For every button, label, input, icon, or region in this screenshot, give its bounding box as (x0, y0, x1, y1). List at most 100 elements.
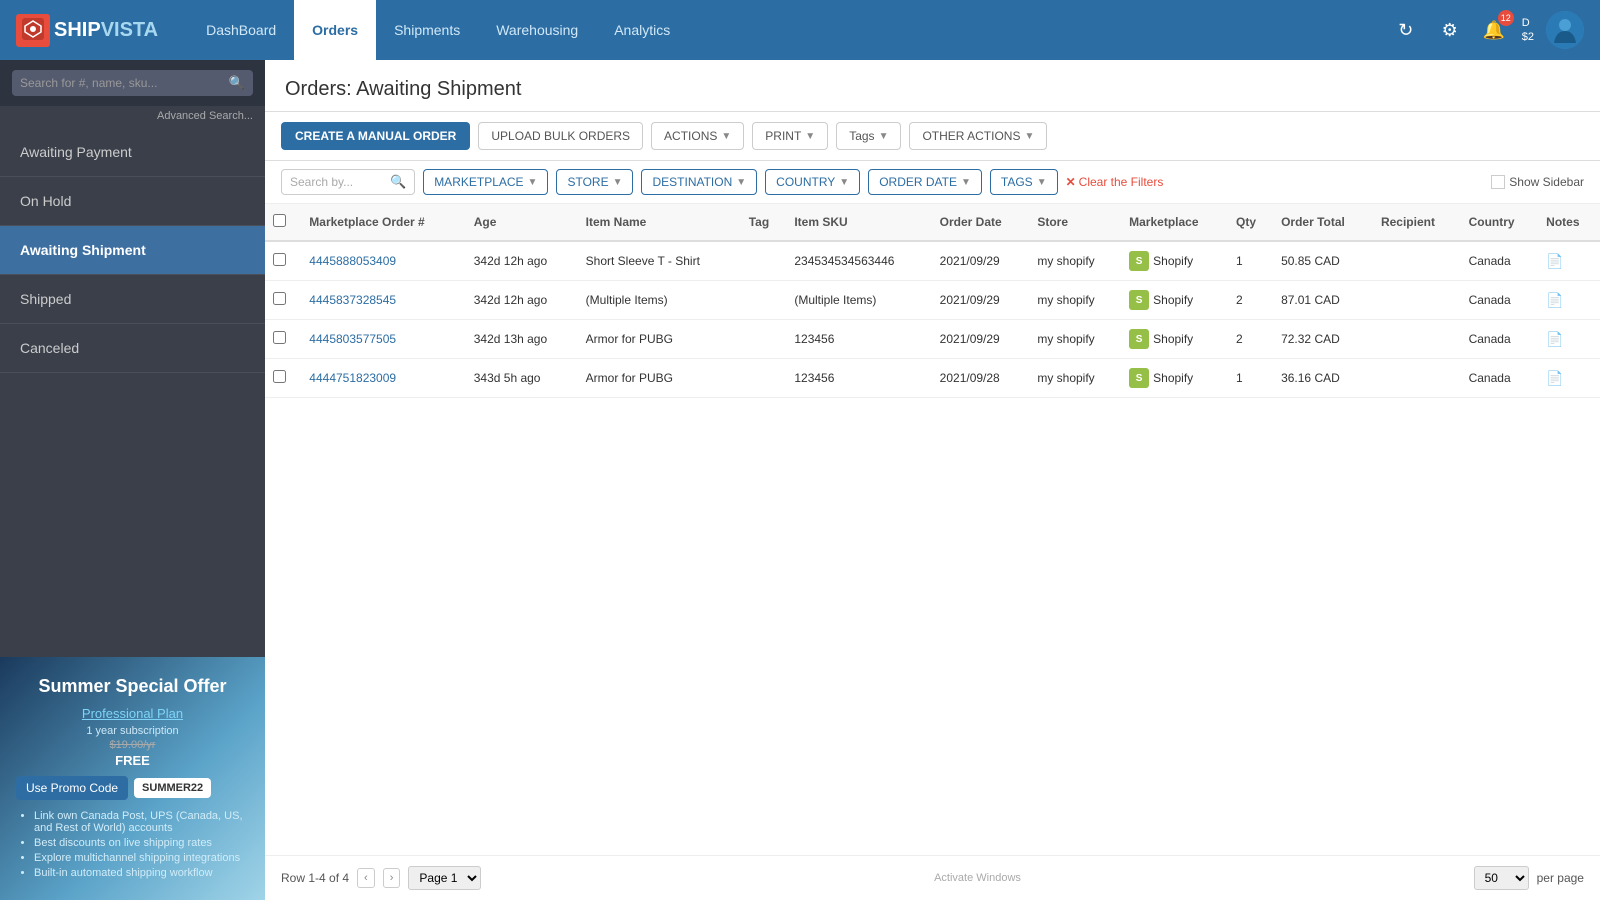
promo-card: Summer Special Offer Professional Plan 1… (0, 657, 265, 900)
row-order-total-2: 72.32 CAD (1273, 320, 1373, 359)
order-link-3[interactable]: 4444751823009 (309, 371, 396, 385)
filter-bar: 🔍 MARKETPLACE ▼ STORE ▼ DESTINATION ▼ CO… (265, 161, 1600, 204)
sidebar-item-shipped[interactable]: Shipped (0, 275, 265, 324)
promo-title: Summer Special Offer (16, 675, 249, 698)
sidebar-item-awaiting-payment[interactable]: Awaiting Payment (0, 128, 265, 177)
col-age: Age (466, 204, 578, 241)
row-order-date-2: 2021/09/29 (932, 320, 1030, 359)
row-age-3: 343d 5h ago (466, 359, 578, 398)
logo[interactable]: SHIPVISTA (16, 14, 158, 47)
search-box: 🔍 (12, 70, 253, 96)
order-link-0[interactable]: 4445888053409 (309, 254, 396, 268)
row-select-2[interactable] (273, 331, 286, 344)
row-select-0[interactable] (273, 253, 286, 266)
row-marketplace-0: S Shopify (1121, 241, 1228, 281)
per-page-select[interactable]: 50 25 100 (1474, 866, 1529, 890)
row-notes-1[interactable]: 📄 (1538, 281, 1600, 320)
upload-bulk-orders-button[interactable]: UPLOAD BULK ORDERS (478, 122, 643, 150)
row-sku-2: 123456 (786, 320, 931, 359)
sidebar-nav: Awaiting Payment On Hold Awaiting Shipme… (0, 128, 265, 657)
row-select-3[interactable] (273, 370, 286, 383)
col-store: Store (1029, 204, 1121, 241)
row-select-1[interactable] (273, 292, 286, 305)
shopify-icon-2: S (1129, 329, 1149, 349)
show-sidebar-toggle[interactable]: Show Sidebar (1491, 175, 1584, 189)
col-order-total: Order Total (1273, 204, 1373, 241)
order-date-filter-button[interactable]: ORDER DATE ▼ (868, 169, 982, 195)
row-order-id-0[interactable]: 4445888053409 (301, 241, 465, 281)
shopify-icon-0: S (1129, 251, 1149, 271)
advanced-search-link[interactable]: Advanced Search... (0, 106, 265, 128)
row-recipient-2 (1373, 320, 1461, 359)
tags-filter-dropdown-arrow: ▼ (1037, 177, 1047, 188)
row-marketplace-1: S Shopify (1121, 281, 1228, 320)
col-qty: Qty (1228, 204, 1273, 241)
promo-bullet-3: Explore multichannel shipping integratio… (34, 852, 249, 864)
row-order-id-2[interactable]: 4445803577505 (301, 320, 465, 359)
notifications-icon[interactable]: 🔔 12 (1478, 14, 1510, 46)
row-checkbox-1[interactable] (265, 281, 301, 320)
nav-orders[interactable]: Orders (294, 0, 376, 60)
row-order-id-1[interactable]: 4445837328545 (301, 281, 465, 320)
page-next-button[interactable]: › (383, 868, 401, 888)
nav-shipments[interactable]: Shipments (376, 0, 478, 60)
col-notes: Notes (1538, 204, 1600, 241)
orders-table-wrap: Marketplace Order # Age Item Name Tag It… (265, 204, 1600, 855)
page-prev-button[interactable]: ‹ (357, 868, 375, 888)
row-checkbox-3[interactable] (265, 359, 301, 398)
print-button[interactable]: PRINT ▼ (752, 122, 828, 150)
country-filter-button[interactable]: COUNTRY ▼ (765, 169, 860, 195)
nav-analytics[interactable]: Analytics (596, 0, 688, 60)
page-select[interactable]: Page 1 (408, 866, 481, 890)
logo-text: SHIPVISTA (54, 19, 158, 42)
notes-icon-0[interactable]: 📄 (1546, 253, 1563, 269)
nav-dashboard[interactable]: DashBoard (188, 0, 294, 60)
user-avatar[interactable] (1546, 11, 1584, 49)
sidebar-item-on-hold[interactable]: On Hold (0, 177, 265, 226)
row-order-total-1: 87.01 CAD (1273, 281, 1373, 320)
top-nav: SHIPVISTA DashBoard Orders Shipments War… (0, 0, 1600, 60)
refresh-icon[interactable]: ↻ (1390, 14, 1422, 46)
promo-code-button[interactable]: Use Promo Code (16, 776, 128, 800)
select-all-checkbox[interactable] (273, 214, 286, 227)
actions-button[interactable]: ACTIONS ▼ (651, 122, 744, 150)
row-checkbox-0[interactable] (265, 241, 301, 281)
show-sidebar-checkbox[interactable] (1491, 175, 1505, 189)
col-country: Country (1461, 204, 1539, 241)
col-select-all[interactable] (265, 204, 301, 241)
table-row: 4445837328545 342d 12h ago (Multiple Ite… (265, 281, 1600, 320)
row-notes-2[interactable]: 📄 (1538, 320, 1600, 359)
settings-icon[interactable]: ⚙ (1434, 14, 1466, 46)
order-link-2[interactable]: 4445803577505 (309, 332, 396, 346)
row-order-id-3[interactable]: 4444751823009 (301, 359, 465, 398)
orders-table: Marketplace Order # Age Item Name Tag It… (265, 204, 1600, 398)
promo-plan-link[interactable]: Professional Plan (16, 706, 249, 721)
toolbar: CREATE A MANUAL ORDER UPLOAD BULK ORDERS… (265, 112, 1600, 161)
row-store-3: my shopify (1029, 359, 1121, 398)
per-page-label: per page (1537, 871, 1584, 885)
order-link-1[interactable]: 4445837328545 (309, 293, 396, 307)
other-actions-button[interactable]: OTHER ACTIONS ▼ (909, 122, 1047, 150)
tags-button[interactable]: Tags ▼ (836, 122, 901, 150)
destination-filter-button[interactable]: DESTINATION ▼ (641, 169, 757, 195)
filter-search-input[interactable] (290, 175, 390, 189)
tags-filter-button[interactable]: TAGS ▼ (990, 169, 1058, 195)
row-notes-3[interactable]: 📄 (1538, 359, 1600, 398)
clear-filters-link[interactable]: ✕ Clear the Filters (1066, 175, 1164, 189)
store-filter-button[interactable]: STORE ▼ (556, 169, 633, 195)
nav-warehousing[interactable]: Warehousing (478, 0, 596, 60)
create-manual-order-button[interactable]: CREATE A MANUAL ORDER (281, 122, 470, 150)
sidebar-item-awaiting-shipment[interactable]: Awaiting Shipment (0, 226, 265, 275)
row-notes-0[interactable]: 📄 (1538, 241, 1600, 281)
search-input[interactable] (20, 76, 229, 90)
search-icon[interactable]: 🔍 (229, 75, 245, 91)
sidebar-item-canceled[interactable]: Canceled (0, 324, 265, 373)
row-checkbox-2[interactable] (265, 320, 301, 359)
table-row: 4445888053409 342d 12h ago Short Sleeve … (265, 241, 1600, 281)
filter-search-icon[interactable]: 🔍 (390, 174, 406, 190)
marketplace-filter-button[interactable]: MARKETPLACE ▼ (423, 169, 548, 195)
notes-icon-1[interactable]: 📄 (1546, 292, 1563, 308)
row-age-1: 342d 12h ago (466, 281, 578, 320)
notes-icon-2[interactable]: 📄 (1546, 331, 1563, 347)
notes-icon-3[interactable]: 📄 (1546, 370, 1563, 386)
